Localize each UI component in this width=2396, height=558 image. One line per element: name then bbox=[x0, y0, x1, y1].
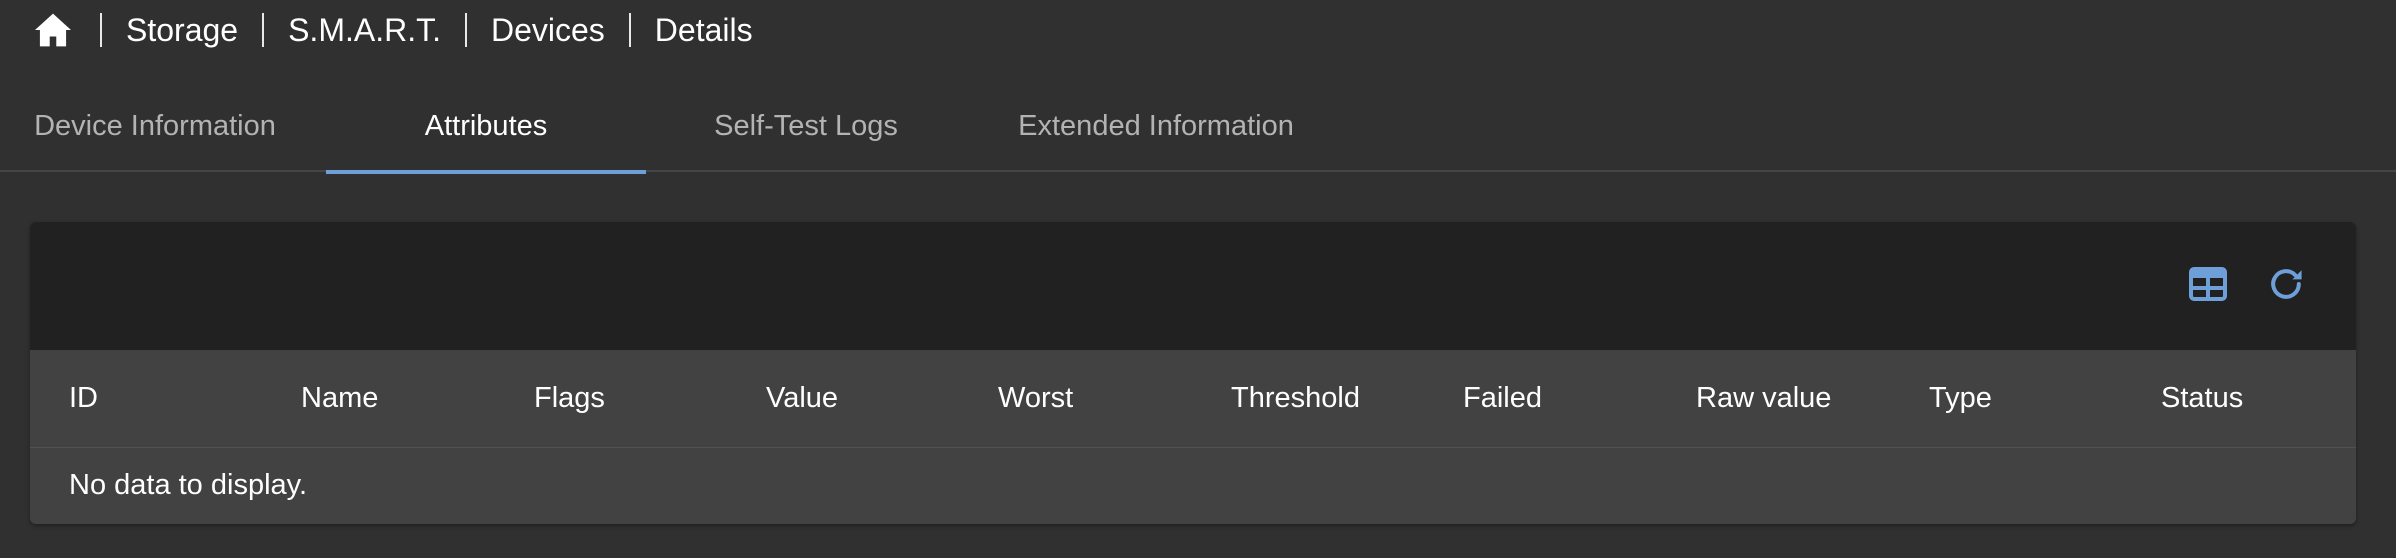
breadcrumb-separator bbox=[262, 13, 265, 47]
tab-attributes[interactable]: Attributes bbox=[326, 80, 646, 174]
empty-table-message: No data to display. bbox=[69, 468, 308, 501]
breadcrumb-separator bbox=[100, 13, 102, 47]
tab-bar: Device Information Attributes Self-Test … bbox=[0, 80, 2396, 174]
table-columns-icon bbox=[2189, 266, 2227, 306]
refresh-icon bbox=[2264, 262, 2308, 311]
refresh-button[interactable] bbox=[2260, 260, 2312, 312]
tab-extended-information[interactable]: Extended Information bbox=[966, 80, 1346, 172]
breadcrumb: Storage S.M.A.R.T. Devices Details bbox=[30, 0, 753, 60]
column-header-status[interactable]: Status bbox=[2161, 382, 2243, 415]
tab-device-information[interactable]: Device Information bbox=[0, 80, 310, 172]
breadcrumb-details: Details bbox=[654, 11, 753, 48]
breadcrumb-smart[interactable]: S.M.A.R.T. bbox=[288, 12, 441, 49]
breadcrumb-separator bbox=[464, 13, 467, 47]
column-header-flags[interactable]: Flags bbox=[534, 382, 605, 415]
column-header-worst[interactable]: Worst bbox=[998, 382, 1073, 415]
table-toolbar bbox=[30, 222, 2356, 350]
breadcrumb-separator bbox=[628, 13, 631, 47]
column-header-raw-value[interactable]: Raw value bbox=[1696, 382, 1831, 415]
column-header-value[interactable]: Value bbox=[766, 382, 838, 415]
attributes-table-card: ID Name Flags Value Worst Threshold Fail… bbox=[30, 222, 2356, 524]
table-header-row: ID Name Flags Value Worst Threshold Fail… bbox=[30, 350, 2356, 448]
column-header-id[interactable]: ID bbox=[69, 382, 98, 415]
breadcrumb-devices[interactable]: Devices bbox=[491, 12, 605, 49]
tab-self-test-logs[interactable]: Self-Test Logs bbox=[646, 80, 966, 172]
home-icon[interactable] bbox=[30, 7, 76, 53]
tab-label: Self-Test Logs bbox=[714, 109, 898, 142]
tab-label: Attributes bbox=[424, 109, 548, 142]
tab-label: Device Information bbox=[34, 109, 276, 142]
active-tab-indicator bbox=[326, 170, 646, 174]
column-header-threshold[interactable]: Threshold bbox=[1231, 382, 1360, 415]
column-header-type[interactable]: Type bbox=[1929, 382, 1992, 415]
column-header-name[interactable]: Name bbox=[301, 382, 378, 415]
column-chooser-button[interactable] bbox=[2182, 260, 2234, 312]
tab-label: Extended Information bbox=[1018, 109, 1294, 142]
breadcrumb-storage[interactable]: Storage bbox=[126, 12, 238, 49]
column-header-failed[interactable]: Failed bbox=[1463, 382, 1542, 415]
